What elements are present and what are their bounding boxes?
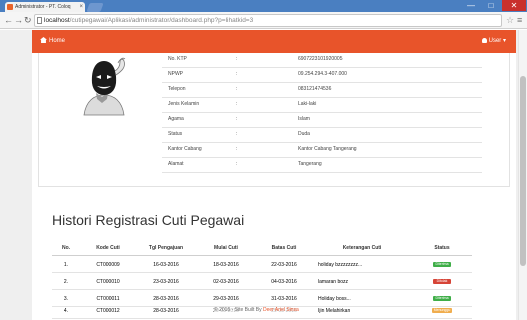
cell-batas: 04-03-2016 bbox=[271, 279, 297, 285]
back-arrow-icon[interactable]: ← bbox=[4, 15, 13, 25]
status-badge: Diterima bbox=[433, 262, 451, 267]
status-badge: Ditolak bbox=[433, 279, 451, 284]
status-cell: Diterima bbox=[412, 257, 472, 273]
profile-key: Agama bbox=[168, 116, 184, 122]
column-header: Status bbox=[434, 245, 450, 251]
profile-row-alamat: Alamat : Tangerang bbox=[162, 158, 482, 173]
profile-separator: : bbox=[236, 131, 238, 137]
table-row: 1. CT000009 16-03-2016 18-03-2016 22-03-… bbox=[52, 257, 472, 273]
scrollbar-thumb[interactable] bbox=[520, 76, 526, 266]
status-cell: Menunggu bbox=[412, 303, 472, 319]
profile-separator: : bbox=[236, 146, 238, 152]
profile-key: NPWP bbox=[168, 71, 183, 77]
profile-row-status: Status : Duda bbox=[162, 128, 482, 143]
column-header: Mulai Cuti bbox=[214, 245, 238, 251]
profile-value: 083121474536 bbox=[298, 86, 332, 92]
column-header: Batas Cuti bbox=[271, 245, 297, 251]
url-input[interactable]: localhost/cutipegawai/Aplikasi/administr… bbox=[34, 14, 502, 27]
profile-separator: : bbox=[236, 56, 238, 62]
cell-ket: Ijin Melahirkan bbox=[318, 308, 351, 314]
profile-row-telepon: Telepon : 083121474536 bbox=[162, 83, 482, 98]
avatar bbox=[83, 57, 126, 116]
cell-ket: holiday bzzzzzzzz... bbox=[318, 262, 363, 268]
browser-tab[interactable]: Administrator - PT. Coloq × bbox=[5, 2, 85, 12]
profile-key: Telepon bbox=[168, 86, 186, 92]
column-header: No. bbox=[61, 245, 71, 251]
profile-row-kantor-cabang: Kantor Cabang : Kantor Cabang Tangerang bbox=[162, 143, 482, 158]
footer: © 2016 - Site Built By Deer Ariel Sinsa bbox=[214, 307, 299, 313]
profile-value: Kantor Cabang Tangerang bbox=[298, 146, 357, 152]
cell-tgl: 23-03-2016 bbox=[153, 279, 179, 285]
footer-text: © 2016 - Site Built By bbox=[214, 307, 263, 313]
profile-key: No. KTP bbox=[168, 56, 187, 62]
cell-batas: 22-03-2016 bbox=[271, 262, 297, 268]
footer-author-link[interactable]: Deer Ariel Sinsa bbox=[263, 307, 299, 313]
new-tab-button[interactable] bbox=[86, 3, 104, 12]
profile-value: Laki-laki bbox=[298, 101, 317, 107]
minimize-button[interactable]: — bbox=[462, 0, 480, 11]
profile-key: Alamat bbox=[168, 161, 184, 167]
profile-separator: : bbox=[236, 86, 238, 92]
home-link[interactable]: Home bbox=[40, 30, 65, 53]
profile-value: 09.254.294.3-407.000 bbox=[298, 71, 347, 77]
url-host: localhost bbox=[44, 17, 70, 24]
cell-ket: lamaran bozz bbox=[318, 279, 349, 285]
maximize-button[interactable]: □ bbox=[482, 0, 500, 11]
cell-no: 1. bbox=[63, 262, 69, 268]
home-label: Home bbox=[49, 38, 66, 44]
tab-title: Administrator - PT. Coloq bbox=[15, 4, 71, 10]
cell-tgl: 28-03-2016 bbox=[153, 308, 179, 314]
profile-row-npwp: NPWP : 09.254.294.3-407.000 bbox=[162, 68, 482, 83]
home-icon bbox=[40, 37, 47, 43]
cell-no: 2. bbox=[63, 279, 69, 285]
cell-tgl: 16-03-2016 bbox=[153, 262, 179, 268]
user-icon bbox=[481, 38, 487, 43]
table-row: 2. CT000010 23-03-2016 02-03-2016 04-03-… bbox=[52, 274, 472, 290]
page-icon bbox=[37, 17, 42, 24]
profile-key: Status bbox=[168, 131, 183, 137]
profile-value: 6907223101920005 bbox=[298, 56, 343, 62]
bookmark-star-icon[interactable]: ☆ bbox=[506, 15, 514, 25]
cell-mulai: 02-03-2016 bbox=[213, 279, 239, 285]
status-badge: Menunggu bbox=[431, 308, 453, 313]
profile-key: Jenis Kelamin bbox=[168, 101, 200, 107]
url-path: /cutipegawai/Aplikasi/administrator/dash… bbox=[69, 17, 254, 24]
history-table-header: No. Kode Cuti Tgl Pengajuan Mulai Cuti B… bbox=[52, 240, 472, 256]
cell-kode: CT000010 bbox=[96, 279, 120, 285]
address-bar: ← → ↻ localhost/cutipegawai/Aplikasi/adm… bbox=[0, 12, 527, 29]
cell-kode: CT000012 bbox=[96, 308, 120, 314]
profile-value: Duda bbox=[298, 131, 310, 137]
profile-value: Islam bbox=[298, 116, 310, 122]
profile-separator: : bbox=[236, 116, 238, 122]
profile-row-agama: Agama : Islam bbox=[162, 113, 482, 128]
browser-menu-icon[interactable]: ≡ bbox=[517, 15, 522, 25]
tab-close-icon[interactable]: × bbox=[79, 2, 83, 12]
status-badge: Diterima bbox=[433, 296, 451, 301]
close-window-button[interactable]: ✕ bbox=[502, 0, 526, 11]
profile-key: Kantor Cabang bbox=[168, 146, 202, 152]
column-header: Keterangan Cuti bbox=[342, 245, 382, 251]
cell-no: 4. bbox=[63, 308, 69, 314]
column-header: Tgl Pengajuan bbox=[148, 245, 184, 251]
profile-value: Tangerang bbox=[298, 161, 322, 167]
favicon-icon bbox=[7, 4, 13, 10]
column-header: Kode Cuti bbox=[96, 245, 120, 251]
user-menu-label: User ▾ bbox=[488, 38, 506, 44]
status-cell: Ditolak bbox=[412, 274, 472, 290]
history-title: Histori Registrasi Cuti Pegawai bbox=[52, 212, 245, 228]
profile-separator: : bbox=[236, 101, 238, 107]
profile-separator: : bbox=[236, 71, 238, 77]
user-menu[interactable]: User ▾ bbox=[481, 30, 506, 53]
forward-arrow-icon[interactable]: → bbox=[14, 15, 23, 25]
profile-row-jenis-kelamin: Jenis Kelamin : Laki-laki bbox=[162, 98, 482, 113]
profile-separator: : bbox=[236, 161, 238, 167]
profile-row-ktp: No. KTP : 6907223101920005 bbox=[162, 53, 482, 68]
top-navbar: Home User ▾ bbox=[32, 30, 516, 53]
vertical-scrollbar[interactable] bbox=[518, 30, 527, 320]
cell-kode: CT000009 bbox=[96, 262, 120, 268]
reload-icon[interactable]: ↻ bbox=[24, 15, 32, 25]
browser-tab-bar: Administrator - PT. Coloq × — □ ✕ bbox=[0, 0, 527, 12]
cell-mulai: 18-03-2016 bbox=[213, 262, 239, 268]
